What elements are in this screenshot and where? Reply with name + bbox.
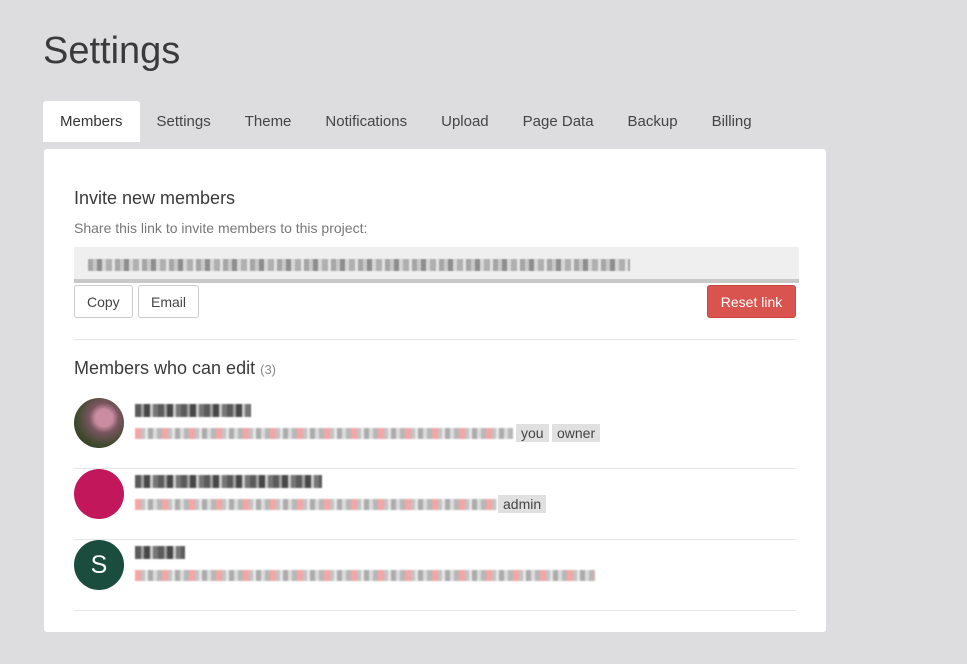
settings-tabs: Members Settings Theme Notifications Upl… — [43, 101, 769, 142]
tab-page-data[interactable]: Page Data — [506, 101, 611, 142]
invite-description: Share this link to invite members to thi… — [74, 220, 368, 236]
member-name-redacted — [135, 475, 322, 488]
avatar — [74, 398, 124, 448]
reset-link-button[interactable]: Reset link — [707, 285, 796, 318]
invite-heading: Invite new members — [74, 188, 236, 208]
tab-upload[interactable]: Upload — [424, 101, 506, 142]
email-button[interactable]: Email — [138, 285, 200, 318]
admin-badge: admin — [498, 495, 547, 513]
members-heading: Members who can edit (3) — [74, 358, 276, 379]
members-panel: Invite new members Share this link to in… — [44, 149, 826, 632]
tab-backup[interactable]: Backup — [611, 101, 695, 142]
tab-theme[interactable]: Theme — [228, 101, 309, 142]
tab-billing[interactable]: Billing — [695, 101, 769, 142]
tab-members[interactable]: Members — [43, 101, 140, 142]
avatar — [74, 469, 124, 519]
member-name-redacted — [135, 404, 251, 417]
invite-link-redacted — [88, 259, 630, 271]
members-heading-label: Members who can edit — [74, 358, 256, 378]
section-divider — [74, 339, 796, 340]
invite-link-field[interactable] — [74, 247, 799, 283]
avatar-initial: S — [90, 550, 108, 579]
member-email-redacted — [135, 428, 513, 439]
member-name-redacted — [135, 546, 185, 559]
page-title: Settings — [43, 30, 181, 72]
member-row[interactable]: S — [74, 540, 796, 611]
member-email-redacted — [135, 570, 595, 581]
owner-badge: owner — [552, 424, 601, 442]
member-row[interactable]: admin — [74, 469, 796, 540]
row-divider — [74, 610, 796, 611]
member-email-redacted — [135, 499, 497, 510]
avatar: S — [74, 540, 124, 590]
member-row[interactable]: you owner — [74, 398, 796, 469]
members-count: (3) — [260, 362, 276, 377]
you-badge: you — [516, 424, 549, 442]
tab-settings[interactable]: Settings — [140, 101, 228, 142]
tab-notifications[interactable]: Notifications — [308, 101, 424, 142]
copy-button[interactable]: Copy — [74, 285, 133, 318]
